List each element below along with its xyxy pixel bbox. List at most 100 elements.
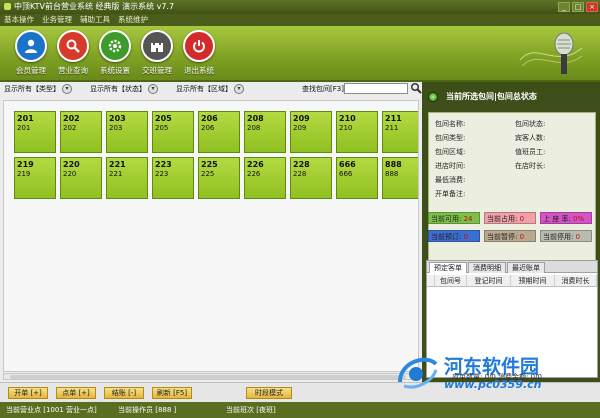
search-input[interactable] [344,83,408,94]
room-number: 206 [201,114,218,123]
room-tile-225[interactable]: 225 225 [198,157,240,199]
open-order-button[interactable]: 开单 [+] [8,387,48,399]
field-note: 开单备注: [435,190,466,198]
count-value: 0 [575,233,581,241]
castle-icon [141,30,173,62]
room-counts: 当前可用: 24 当前占用: 0上 座 率: 0% 当前预订: 0 当前暂停: 0 当前… [428,212,596,252]
room-number: 221 [109,160,126,169]
room-tile-226[interactable]: 226 226 [244,157,286,199]
count-label: 上 座 率: [543,215,574,223]
room-tile-205[interactable]: 205 205 [152,111,194,153]
room-tile-221[interactable]: 221 221 [106,157,148,199]
room-grid: 201 201 202 202 203 203 205 205 206 206 208 208 209 2… [3,100,419,372]
room-number: 219 [17,160,34,169]
count-badge: 当前可用: 24 [428,212,480,224]
count-label: 当前占用: [487,215,520,223]
member-icon [15,30,47,62]
room-tile-203[interactable]: 203 203 [106,111,148,153]
room-label: 220 [63,170,77,178]
room-number: 209 [293,114,310,123]
power-icon [183,30,215,62]
room-tile-888[interactable]: 888 888 [382,157,418,199]
chevron-down-icon[interactable]: ▾ [148,84,158,94]
room-label: 203 [109,124,123,132]
room-label: 210 [339,124,353,132]
room-label: 202 [63,124,77,132]
room-tile-210[interactable]: 210 210 [336,111,378,153]
exit-button[interactable]: 退出系统 [178,30,220,76]
room-number: 220 [63,160,80,169]
minimize-button[interactable]: _ [558,2,570,12]
status-filter[interactable]: 显示所有【状态】 ▾ [90,84,158,94]
room-tile-201[interactable]: 201 201 [14,111,56,153]
shift-button[interactable]: 交班管理 [136,30,178,76]
field-min-spend: 最低消费: [435,176,466,184]
menu-item-basic[interactable]: 基本操作 [4,14,34,26]
chevron-down-icon[interactable]: ▾ [62,84,72,94]
room-label: 208 [247,124,261,132]
member-button[interactable]: 会员管理 [10,30,52,76]
area-filter[interactable]: 显示所有【区域】 ▾ [176,84,244,94]
room-tile-208[interactable]: 208 208 [244,111,286,153]
count-badge: 当前停用: 0 [540,230,592,242]
room-number: 205 [155,114,172,123]
tab-recent-bills[interactable]: 最近账单 [507,262,545,273]
search-icon[interactable] [410,82,422,94]
room-tile-211[interactable]: 211 211 [382,111,418,153]
tab-consumption[interactable]: 消费明细 [468,262,506,273]
refresh-button[interactable]: 刷新 [F5] [152,387,192,399]
filter-bar: 显示所有【类型】 ▾ 显示所有【状态】 ▾ 显示所有【区域】 ▾ 查找包间[F3… [4,82,422,98]
tab-reservations[interactable]: 预定客单 [429,262,467,273]
room-tile-206[interactable]: 206 206 [198,111,240,153]
room-tile-219[interactable]: 219 219 [14,157,56,199]
scrollbar-thumb[interactable] [10,375,406,379]
search-icon [57,30,89,62]
field-guest-count: 宾客人数: [515,134,546,142]
gear-icon [99,30,131,62]
close-button[interactable]: × [586,2,598,12]
title-bar: 中顶KTV前台营业系统 经典版 演示系统 v7.7 _ □ × [0,0,600,14]
column-header: 预期时间 [511,275,555,287]
status-operator: 当前操作员 [888 ] [118,406,177,414]
room-tile-666[interactable]: 666 666 [336,157,378,199]
room-number: 666 [339,160,356,169]
count-value: 0% [573,215,585,223]
room-tile-202[interactable]: 202 202 [60,111,102,153]
room-tile-220[interactable]: 220 220 [60,157,102,199]
room-number: 210 [339,114,356,123]
room-number: 228 [293,160,310,169]
room-label: 225 [201,170,215,178]
horizontal-scrollbar[interactable] [3,373,419,380]
settings-button[interactable]: 系统设置 [94,30,136,76]
room-label: 221 [109,170,123,178]
room-label: 201 [17,124,31,132]
room-number: 225 [201,160,218,169]
table-header: 包间号 登记时间 预期时间 消费时长 [427,275,597,287]
field-room-status: 包间状态: [515,120,546,128]
room-tile-228[interactable]: 228 228 [290,157,332,199]
status-panel: 当前所选包间|包间总状态 包间名称: 包间类型: 包间区域: 进店时间: 最低消… [422,82,600,382]
room-label: 226 [247,170,261,178]
query-button[interactable]: 营业查询 [52,30,94,76]
menu-item-business[interactable]: 业务管理 [42,14,72,26]
add-order-button[interactable]: 点单 [+] [56,387,96,399]
count-label: 当前暂停: [487,233,520,241]
chevron-down-icon[interactable]: ▾ [234,84,244,94]
menu-item-tools[interactable]: 辅助工具 [80,14,110,26]
room-tile-209[interactable]: 209 209 [290,111,332,153]
room-label: 888 [385,170,399,178]
tab-bar: 预定客单 消费明细 最近账单 [427,261,597,273]
menu-item-maintenance[interactable]: 系统维护 [118,14,148,26]
room-label: 206 [201,124,215,132]
field-duration: 在店时长: [515,162,546,170]
room-label: 223 [155,170,169,178]
type-filter[interactable]: 显示所有【类型】 ▾ [4,84,72,94]
checkout-button[interactable]: 结账 [-] [104,387,144,399]
room-number: 226 [247,160,264,169]
room-tile-223[interactable]: 223 223 [152,157,194,199]
time-mode-button[interactable]: 时段模式 [246,387,292,399]
maximize-button[interactable]: □ [572,2,584,12]
status-shift: 当前班次 [夜班] [226,406,276,414]
room-number: 201 [17,114,34,123]
status-business-point: 当前营业点 [1001 营业一点] [6,406,97,414]
